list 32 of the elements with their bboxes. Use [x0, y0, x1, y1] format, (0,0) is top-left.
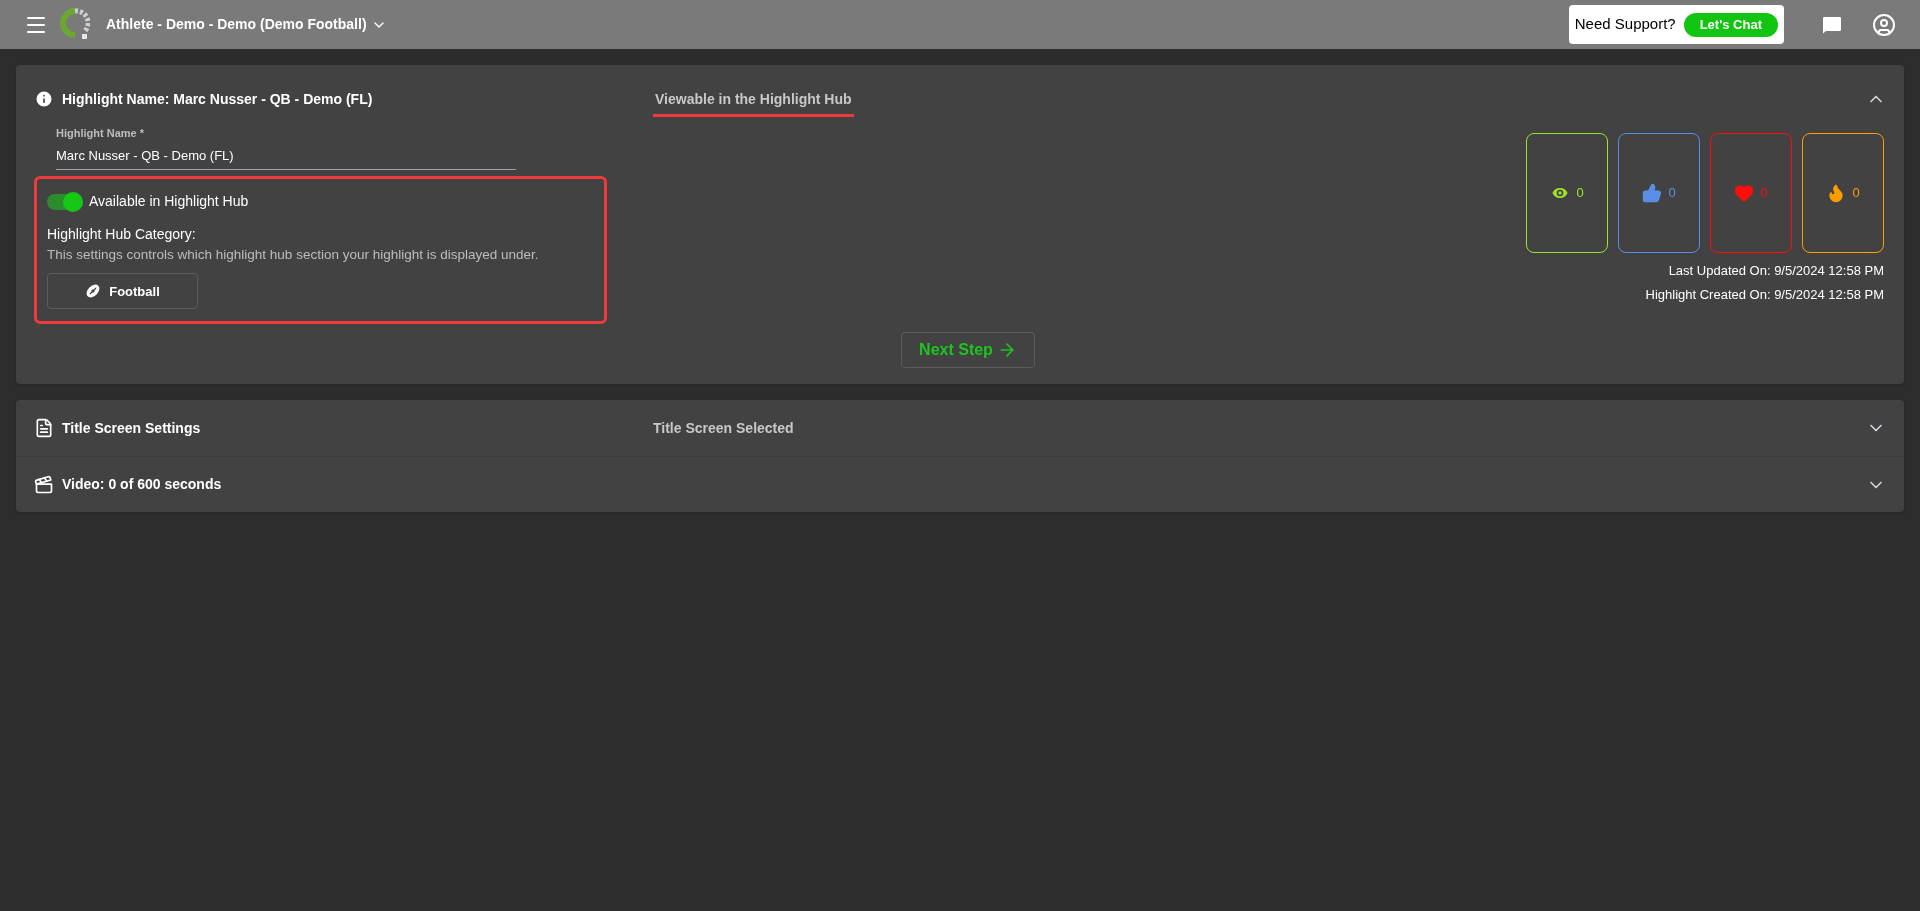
highlight-name-field[interactable]: Highlight Name * Marc Nusser - QB - Demo (FL) [56, 125, 516, 170]
hub-toggle[interactable] [47, 193, 81, 210]
heart-icon [1734, 183, 1755, 203]
hub-status: Viewable in the Highlight Hub [653, 89, 854, 117]
account-icon[interactable] [1872, 12, 1896, 37]
section-title: Video: 0 of 600 seconds [62, 475, 222, 495]
stat-count: 0 [1668, 184, 1676, 203]
thumbs-up-icon [1642, 183, 1663, 203]
next-step-button[interactable]: Next Step [901, 332, 1035, 369]
account-dropdown[interactable]: Athlete - Demo - Demo (Demo Football) [106, 14, 387, 35]
support-label: Need Support? [1574, 14, 1676, 35]
toggle-label: Available in Highlight Hub [89, 192, 249, 211]
clapperboard-icon [34, 474, 54, 495]
section-header[interactable]: Title Screen Settings Title Screen Selected [16, 400, 1904, 457]
category-title: Highlight Hub Category: [47, 225, 197, 244]
stat-count: 0 [1760, 184, 1768, 203]
info-icon [34, 89, 54, 109]
panel-title: Highlight Name: Marc Nusser - QB - Demo (FL) [62, 89, 373, 109]
last-updated: Last Updated On: 9/5/2024 12:58 PM [1668, 262, 1884, 280]
field-label: Highlight Name * [56, 126, 145, 141]
section-header[interactable]: Video: 0 of 600 seconds [16, 456, 1904, 513]
section-status: Title Screen Selected [653, 418, 794, 438]
category-button[interactable]: Football [47, 273, 198, 310]
stat-count: 0 [1852, 184, 1860, 203]
section-title: Title Screen Settings [62, 418, 201, 438]
created-date: Highlight Created On: 9/5/2024 12:58 PM [1645, 285, 1884, 304]
document-icon [34, 418, 54, 439]
logo-icon [60, 7, 90, 42]
category-help: This settings controls which highlight hub section your highlight is displayed under. [47, 246, 540, 264]
stat-count: 0 [1576, 184, 1584, 203]
football-icon [85, 283, 102, 300]
field-value: Marc Nusser - QB - Demo (FL) [56, 146, 235, 165]
